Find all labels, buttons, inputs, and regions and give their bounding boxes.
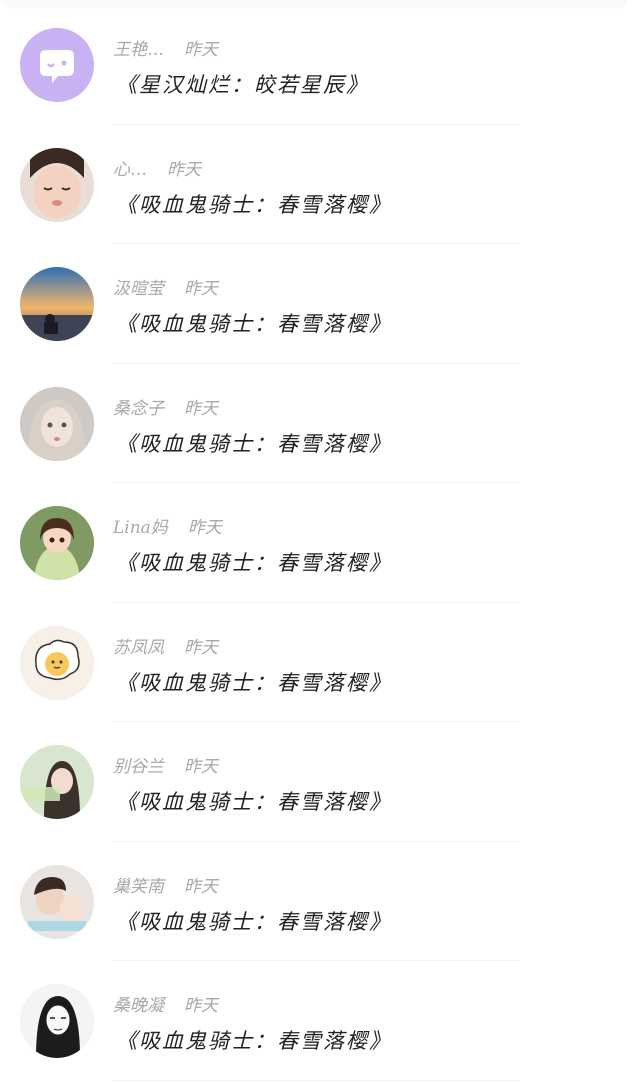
- egg-cartoon-avatar[interactable]: [20, 625, 94, 700]
- list-item[interactable]: Lina妈 昨天 《吸血鬼骑士：春雪落樱》: [0, 483, 640, 603]
- book-title[interactable]: 《吸血鬼骑士：春雪落樱》: [116, 428, 392, 458]
- user-name[interactable]: 王艳…: [113, 40, 164, 60]
- book-title[interactable]: 《吸血鬼骑士：春雪落樱》: [116, 667, 392, 697]
- list-item[interactable]: 心… 昨天 《吸血鬼骑士：春雪落樱》: [0, 125, 640, 244]
- divider: [113, 1079, 520, 1081]
- chat-bubble-avatar[interactable]: [20, 28, 94, 102]
- user-name[interactable]: 桑晚凝: [113, 996, 164, 1016]
- book-title[interactable]: 《星汉灿烂：皎若星辰》: [116, 69, 369, 99]
- post-time: 昨天: [184, 996, 218, 1016]
- list-item[interactable]: 汲暄莹 昨天 《吸血鬼骑士：春雪落樱》: [0, 244, 640, 364]
- list-item[interactable]: 苏凤凤 昨天 《吸血鬼骑士：春雪落樱》: [0, 603, 640, 722]
- list-item[interactable]: 桑念子 昨天 《吸血鬼骑士：春雪落樱》: [0, 364, 640, 483]
- user-name[interactable]: Lina妈: [113, 518, 168, 538]
- post-time: 昨天: [167, 159, 201, 180]
- user-name[interactable]: 心…: [113, 160, 147, 180]
- user-name[interactable]: 别谷兰: [113, 757, 164, 777]
- girl-photo-avatar[interactable]: [20, 745, 94, 819]
- user-name[interactable]: 桑念子: [113, 399, 164, 419]
- book-title[interactable]: 《吸血鬼骑士：春雪落樱》: [116, 189, 392, 219]
- list-item[interactable]: 别谷兰 昨天 《吸血鬼骑士：春雪落樱》: [0, 722, 640, 842]
- post-time: 昨天: [184, 876, 218, 897]
- sunset-beach-avatar[interactable]: [20, 267, 94, 341]
- cartoon-girl-avatar[interactable]: [20, 506, 94, 580]
- book-title[interactable]: 《吸血鬼骑士：春雪落樱》: [116, 786, 392, 816]
- doll-girl-avatar[interactable]: [20, 386, 94, 461]
- book-title[interactable]: 《吸血鬼骑士：春雪落樱》: [116, 906, 392, 936]
- child-photo-avatar[interactable]: [20, 147, 94, 222]
- post-time: 昨天: [184, 40, 218, 60]
- book-title[interactable]: 《吸血鬼骑士：春雪落樱》: [116, 1025, 392, 1055]
- user-name[interactable]: 巢笑南: [113, 877, 164, 897]
- list-item[interactable]: 桑晚凝 昨天 《吸血鬼骑士：春雪落樱》: [0, 961, 640, 1081]
- comment-list: 王艳… 昨天 《星汉灿烂：皎若星辰》 心… 昨天 《吸血鬼骑士：春雪落樱》 汲暄…: [0, 5, 640, 1081]
- book-title[interactable]: 《吸血鬼骑士：春雪落樱》: [116, 308, 392, 338]
- list-item[interactable]: 王艳… 昨天 《星汉灿烂：皎若星辰》: [0, 5, 640, 125]
- sketch-woman-avatar[interactable]: [20, 984, 94, 1058]
- user-name[interactable]: 苏凤凤: [113, 638, 164, 658]
- post-time: 昨天: [184, 398, 218, 419]
- list-item[interactable]: 巢笑南 昨天 《吸血鬼骑士：春雪落樱》: [0, 842, 640, 961]
- post-time: 昨天: [184, 637, 218, 658]
- book-title[interactable]: 《吸血鬼骑士：春雪落樱》: [116, 547, 392, 577]
- post-time: 昨天: [184, 757, 218, 777]
- post-time: 昨天: [184, 279, 218, 299]
- couple-photo-avatar[interactable]: [20, 864, 94, 939]
- post-time: 昨天: [187, 518, 222, 538]
- user-name[interactable]: 汲暄莹: [113, 279, 164, 299]
